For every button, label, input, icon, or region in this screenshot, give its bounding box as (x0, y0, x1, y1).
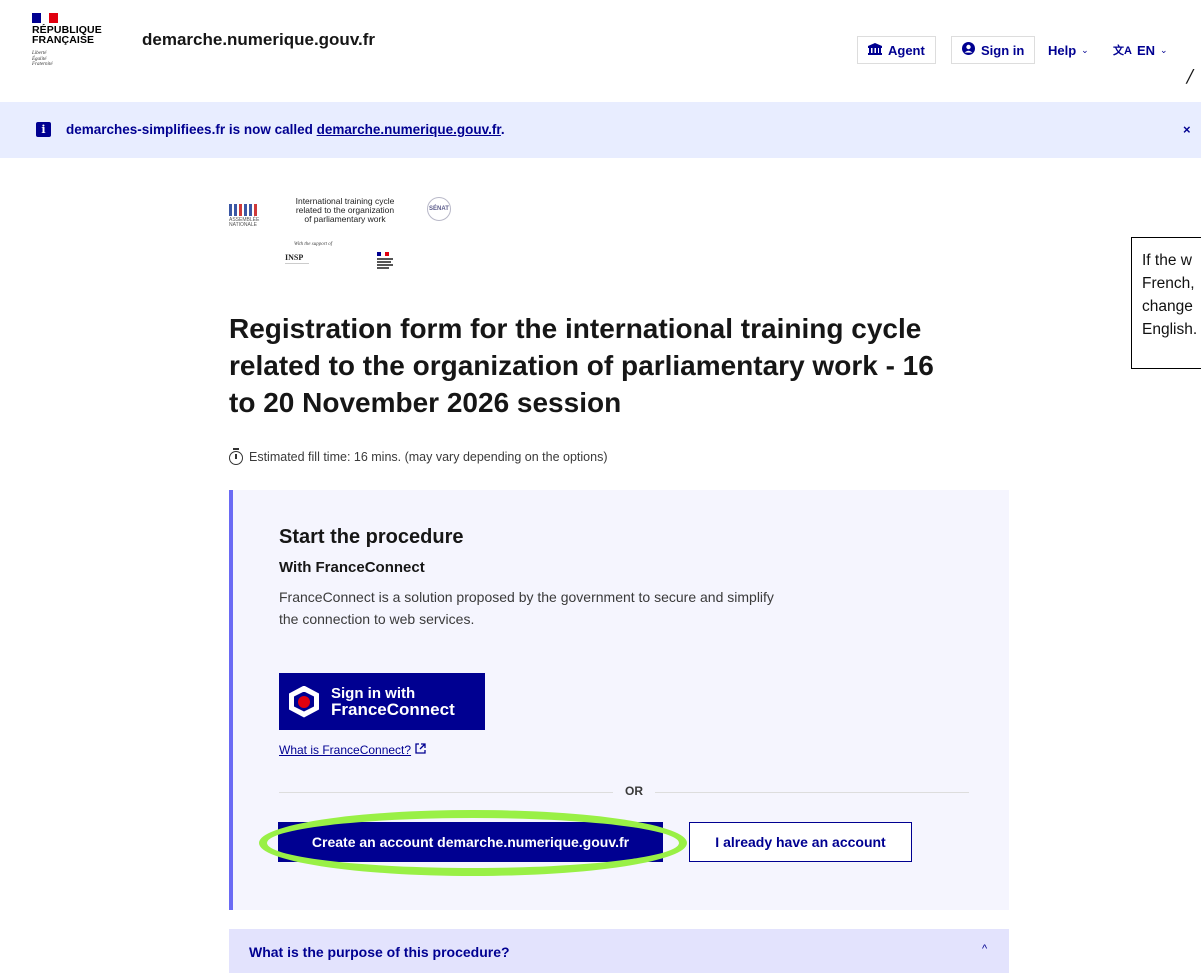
cursor-mark: / (1187, 66, 1194, 87)
procedure-logo: ASSEMBLÉE NATIONALE International traini… (229, 192, 461, 292)
accordion-label: What is the purpose of this procedure? (249, 944, 510, 960)
ministry-logo (377, 252, 395, 269)
building-icon (868, 42, 882, 58)
translate-icon: 文A (1113, 45, 1132, 57)
help-dropdown[interactable]: Help ⌄ (1048, 36, 1089, 64)
annotation-line-1: If the w (1142, 252, 1192, 269)
motto-line-3: Fraternité (32, 62, 53, 67)
notice-text: demarches-simplifiees.fr is now called d… (66, 122, 505, 137)
chevron-down-icon: ⌄ (1081, 44, 1089, 55)
annotation-line-2: French, (1142, 275, 1195, 292)
agent-button[interactable]: Agent (857, 36, 936, 64)
rename-notice-banner: i demarches-simplifiees.fr is now called… (0, 102, 1201, 158)
assemblee-line-2: NATIONALE (229, 222, 257, 228)
fill-time-text: Estimated fill time: 16 mins. (may vary … (249, 449, 608, 464)
language-dropdown[interactable]: 文A EN ⌄ (1113, 36, 1168, 64)
chevron-down-icon: ⌄ (1160, 44, 1168, 55)
estimated-fill-time: Estimated fill time: 16 mins. (may vary … (229, 448, 608, 465)
start-procedure-card: Start the procedure With FranceConnect F… (229, 490, 1009, 910)
help-label: Help (1048, 42, 1077, 58)
franceconnect-sign-in-button[interactable]: Sign in with FranceConnect (279, 673, 485, 730)
cycle-line-3: of parliamentary work (304, 214, 386, 224)
assemblee-text: ASSEMBLÉE NATIONALE (229, 218, 259, 228)
franceconnect-icon (287, 683, 321, 721)
assemblee-nationale-logo: ASSEMBLÉE NATIONALE (229, 204, 259, 228)
sign-in-label: Sign in (981, 42, 1025, 58)
language-label: EN (1136, 42, 1156, 58)
info-icon: i (36, 122, 51, 137)
site-name-link[interactable]: demarche.numerique.gouv.fr (142, 30, 375, 50)
already-have-account-button[interactable]: I already have an account (689, 822, 912, 862)
highlight-ellipse (259, 810, 687, 876)
sign-in-button[interactable]: Sign in (951, 36, 1036, 64)
site-header: RÉPUBLIQUE FRANÇAISE Liberté Égalité Fra… (0, 0, 1201, 100)
or-label: OR (613, 784, 655, 798)
motto: Liberté Égalité Fraternité (32, 51, 102, 68)
annotation-line-3: change (1142, 298, 1193, 315)
agent-label: Agent (888, 42, 925, 58)
insp-logo: INSP (285, 253, 304, 262)
close-icon[interactable]: × (1183, 122, 1191, 137)
french-flag-icon (32, 13, 59, 23)
franceconnect-description: FranceConnect is a solution proposed by … (279, 589, 774, 627)
purpose-accordion[interactable]: What is the purpose of this procedure? ^ (229, 929, 1009, 973)
what-is-franceconnect-link[interactable]: What is FranceConnect? (279, 743, 426, 757)
senat-seal-logo: SÉNAT (427, 197, 451, 221)
card-heading: Start the procedure (279, 526, 464, 548)
timer-icon (229, 448, 243, 465)
user-circle-icon (962, 42, 975, 58)
external-link-icon (415, 743, 426, 757)
annotation-line-4: English. (1142, 321, 1198, 338)
republique-francaise-logo[interactable]: RÉPUBLIQUE FRANÇAISE Liberté Égalité Fra… (32, 13, 102, 68)
notice-text-after: . (500, 122, 505, 137)
notice-link[interactable]: demarche.numerique.gouv.fr (317, 122, 501, 137)
fc-link-label: What is FranceConnect? (279, 743, 412, 757)
insp-subline (285, 263, 309, 269)
republic-line-2: FRANÇAISE (32, 34, 95, 46)
annotation-callout: If the w French, change English. (1131, 237, 1201, 369)
fc-button-line-2: FranceConnect (331, 699, 455, 719)
page-title: Registration form for the international … (229, 313, 934, 418)
notice-text-before: demarches-simplifiees.fr is now called (66, 122, 317, 137)
cycle-title-text: International training cycle related to … (280, 197, 410, 224)
card-subheading: With FranceConnect (279, 559, 425, 576)
chevron-up-icon: ^ (982, 943, 988, 955)
support-text: With the support of (294, 242, 333, 247)
